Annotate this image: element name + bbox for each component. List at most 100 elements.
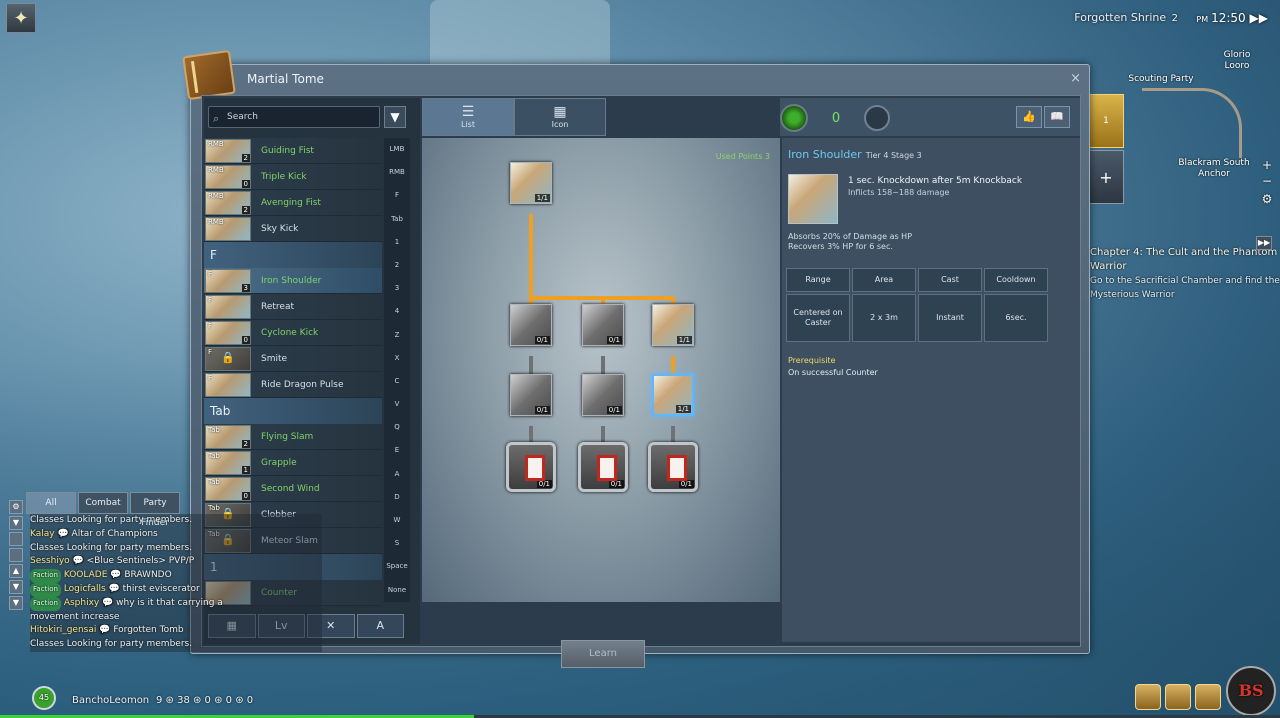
skill-row[interactable]: RMB 2 Guiding Fist [204, 138, 382, 164]
key-filter-3[interactable]: Tab [384, 208, 410, 231]
tree-node-t2-mid[interactable]: 0/1 [582, 304, 624, 346]
chat-log[interactable]: Classes Looking for party members. Kalay … [30, 514, 322, 652]
tree-node-root[interactable]: 1/1 [510, 162, 552, 204]
key-filter-15[interactable]: D [384, 486, 410, 509]
main-menu-logo[interactable]: BS [1226, 666, 1276, 716]
tab-icon[interactable]: ▦ Icon [514, 98, 606, 136]
mail-icon[interactable] [1195, 684, 1221, 710]
filter-button[interactable]: ▼ [384, 106, 406, 128]
chat-sender[interactable]: Logicfalls [64, 584, 106, 594]
list-sort-button[interactable]: A [356, 614, 404, 638]
chat-sender[interactable]: KOOLADE [64, 570, 108, 580]
skill-row[interactable]: F 0 Cyclone Kick [204, 320, 382, 346]
map-settings-icon[interactable]: ⚙ [1261, 192, 1273, 206]
node-count: 1/1 [676, 336, 692, 344]
minimap[interactable]: Scouting Party Glorio Looro Blackram Sou… [1112, 30, 1272, 225]
chat-side-button[interactable]: ⚙ [9, 500, 23, 514]
clock-toggle[interactable]: ▶▶ [1250, 11, 1268, 25]
key-filter-12[interactable]: Q [384, 416, 410, 439]
close-button[interactable]: × [1070, 71, 1081, 86]
key-filter-1[interactable]: RMB [384, 161, 410, 184]
tree-connector [529, 214, 533, 300]
recommend-button[interactable]: 👍 [1016, 106, 1042, 128]
side-tab-add[interactable]: + [1088, 150, 1124, 204]
skill-name: Guiding Fist [261, 145, 314, 156]
chat-side-button[interactable]: ▼ [9, 580, 23, 594]
guide-book-button[interactable]: 📖 [1044, 106, 1070, 128]
skill-row[interactable]: F Ride Dragon Pulse [204, 372, 382, 398]
key-filter-0[interactable]: LMB [384, 138, 410, 161]
clock-period: PM [1196, 15, 1209, 24]
character-icon[interactable] [1165, 684, 1191, 710]
desc-line-1: Absorbs 20% of Damage as HP [788, 232, 913, 241]
key-filter-4[interactable]: 1 [384, 231, 410, 254]
chat-channel-badge: Faction [30, 569, 61, 583]
tree-node-capstone-mid[interactable]: 0/1 [578, 442, 628, 492]
quest-tracker[interactable]: Chapter 4: The Cult and the Phantom Warr… [1090, 246, 1280, 302]
chat-sender[interactable]: Asphixy [64, 598, 99, 608]
chat-side-buttons: ⚙ ▼ ▲ ▼ ▼ [9, 500, 25, 612]
chat-side-button[interactable] [9, 532, 23, 546]
chat-side-button[interactable] [9, 548, 23, 562]
stats-value-row: Centered on Caster 2 x 3m Instant 6sec. [786, 294, 1048, 342]
tree-node-capstone-right[interactable]: 0/1 [648, 442, 698, 492]
key-filter-8[interactable]: Z [384, 324, 410, 347]
tree-node-t3-left[interactable]: 0/1 [510, 374, 552, 416]
detail-title: Iron Shoulder Tier 4 Stage 3 [788, 148, 922, 161]
tab-list[interactable]: ☰ List [422, 98, 514, 136]
key-filter-9[interactable]: X [384, 347, 410, 370]
chat-sender[interactable]: Hitokiri_gensai [30, 625, 96, 635]
skill-row[interactable]: Tab 1 Grapple [204, 450, 382, 476]
skill-keybind: F [208, 347, 213, 356]
tree-node-t3-right-selected[interactable]: 1/1 [652, 374, 694, 416]
chat-line: Faction Asphixy 💬 why is it that carryin… [30, 596, 322, 611]
tree-node-t2-left[interactable]: 0/1 [510, 304, 552, 346]
key-filter-7[interactable]: 4 [384, 300, 410, 323]
desc-line-2: Recovers 3% HP for 6 sec. [788, 242, 893, 251]
key-filter-19[interactable]: None [384, 579, 410, 602]
chat-tab[interactable]: Party Finder [130, 492, 180, 528]
quest-line-2: Mysterious Warrior [1090, 290, 1175, 300]
key-filter-6[interactable]: 3 [384, 277, 410, 300]
reset-icon[interactable] [864, 105, 890, 131]
chat-sender[interactable]: Sesshiyo [30, 556, 70, 566]
inventory-icon[interactable] [1135, 684, 1161, 710]
quest-collapse-button[interactable]: ▶▶ [1256, 236, 1272, 250]
map-zoom-out-icon[interactable]: − [1261, 174, 1273, 188]
key-filter-13[interactable]: E [384, 439, 410, 462]
key-filter-17[interactable]: S [384, 532, 410, 555]
chat-sender[interactable]: Kalay [30, 529, 55, 539]
skill-row[interactable]: RMB Sky Kick [204, 216, 382, 242]
skill-row[interactable]: F Smite [204, 346, 382, 372]
key-filter-5[interactable]: 2 [384, 254, 410, 277]
chat-side-button[interactable]: ▼ [9, 596, 23, 610]
skill-icon: F [205, 372, 251, 397]
chat-side-button[interactable]: ▼ [9, 516, 23, 530]
learn-button[interactable]: Learn [561, 640, 645, 668]
chat-side-button[interactable]: ▲ [9, 564, 23, 578]
key-filter-2[interactable]: F [384, 184, 410, 207]
skill-row[interactable]: RMB 0 Triple Kick [204, 164, 382, 190]
skill-level: 1 [241, 465, 250, 474]
compass-button[interactable]: ✦ [6, 3, 36, 33]
skill-row[interactable]: Tab 2 Flying Slam [204, 424, 382, 450]
side-tab-1[interactable]: 1 [1088, 94, 1124, 148]
skill-row[interactable]: F Retreat [204, 294, 382, 320]
search-input[interactable]: ⌕ Search [208, 106, 380, 128]
tree-node-capstone-left[interactable]: 0/1 [506, 442, 556, 492]
quest-title: Chapter 4: The Cult and the Phantom Warr… [1090, 247, 1278, 272]
map-zoom-in-icon[interactable]: + [1261, 158, 1273, 172]
key-filter-16[interactable]: W [384, 509, 410, 532]
key-filter-18[interactable]: Space [384, 555, 410, 578]
key-filter-10[interactable]: C [384, 370, 410, 393]
tree-node-t3-mid[interactable]: 0/1 [582, 374, 624, 416]
tree-node-t2-right[interactable]: 1/1 [652, 304, 694, 346]
chat-tab[interactable]: All [26, 492, 76, 514]
key-filter-11[interactable]: V [384, 393, 410, 416]
skill-row[interactable]: F 3 Iron Shoulder [204, 268, 382, 294]
skill-row[interactable]: RMB 2 Avenging Fist [204, 190, 382, 216]
skill-keybind: RMB [208, 217, 224, 226]
chat-tab[interactable]: Combat [78, 492, 128, 514]
player-level-badge[interactable]: 45 [32, 686, 56, 710]
key-filter-14[interactable]: A [384, 463, 410, 486]
